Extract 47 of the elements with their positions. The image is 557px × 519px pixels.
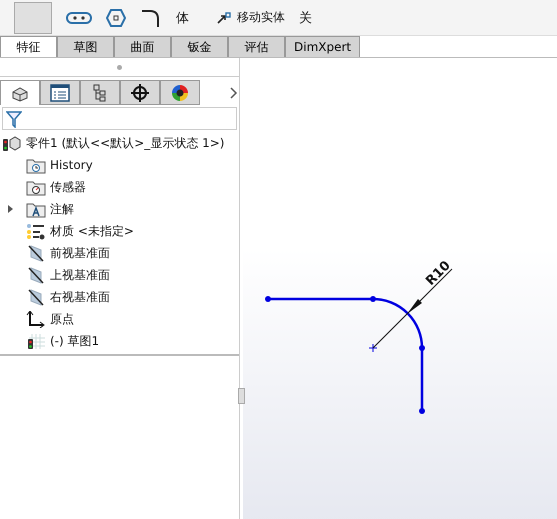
slot-icon[interactable]: [66, 10, 92, 24]
tree-item[interactable]: 材质 <未指定>: [50, 222, 134, 240]
panel-tab[interactable]: [160, 80, 200, 105]
filter-field[interactable]: [2, 107, 238, 130]
sketch-icon: [26, 332, 46, 350]
toolbar-label[interactable]: 体: [176, 8, 189, 26]
tree-item[interactable]: 前视基准面: [50, 244, 110, 262]
splitter-handle[interactable]: [238, 388, 246, 404]
tree-item[interactable]: 注解: [50, 200, 74, 218]
grip-icon[interactable]: [117, 64, 122, 70]
crosshair-icon: [130, 82, 150, 102]
move-entities-button[interactable]: 移动实体: [217, 9, 285, 26]
list-icon: [50, 84, 70, 102]
panel-tab[interactable]: [120, 80, 160, 105]
tree-item[interactable]: 右视基准面: [50, 288, 110, 306]
material-icon: [26, 222, 46, 240]
origin-axes-icon: [26, 310, 46, 328]
ribbon-tab[interactable]: 钣金: [171, 36, 228, 57]
polygon-icon[interactable]: [106, 8, 126, 26]
folder-letter-icon: [26, 200, 46, 218]
plane-icon: [26, 244, 46, 262]
toolbar-label[interactable]: 关: [299, 8, 312, 26]
panel-tab[interactable]: [80, 80, 120, 105]
expand-arrow-icon[interactable]: [8, 205, 13, 213]
ribbon-tab[interactable]: DimXpert: [285, 36, 360, 57]
tree-item[interactable]: (-) 草图1: [50, 332, 100, 350]
tree-item[interactable]: 传感器: [50, 178, 86, 196]
tree-item[interactable]: 零件1 (默认<<默认>_显示状态 1>): [26, 134, 224, 152]
tree-item[interactable]: History: [50, 158, 93, 172]
panel-tab[interactable]: [0, 80, 40, 105]
folder-clock-icon: [26, 156, 46, 174]
filter-icon[interactable]: [6, 110, 22, 128]
tree-item[interactable]: 上视基准面: [50, 266, 110, 284]
folder-gauge-icon: [26, 178, 46, 196]
move-icon: [217, 12, 231, 24]
color-ball-icon: [170, 82, 190, 102]
ribbon-tab[interactable]: 草图: [57, 36, 114, 57]
plane-icon: [26, 288, 46, 306]
tree-icon: [92, 84, 108, 102]
panel-tab[interactable]: [40, 80, 80, 105]
chevron-right-icon[interactable]: [230, 86, 238, 98]
ribbon-tab[interactable]: 特征: [0, 36, 57, 57]
ribbon-tab[interactable]: 曲面: [114, 36, 171, 57]
part-icon: [2, 134, 22, 152]
ribbon-tab[interactable]: 评估: [228, 36, 285, 57]
tree-item[interactable]: 原点: [50, 310, 74, 328]
plane-icon: [26, 266, 46, 284]
